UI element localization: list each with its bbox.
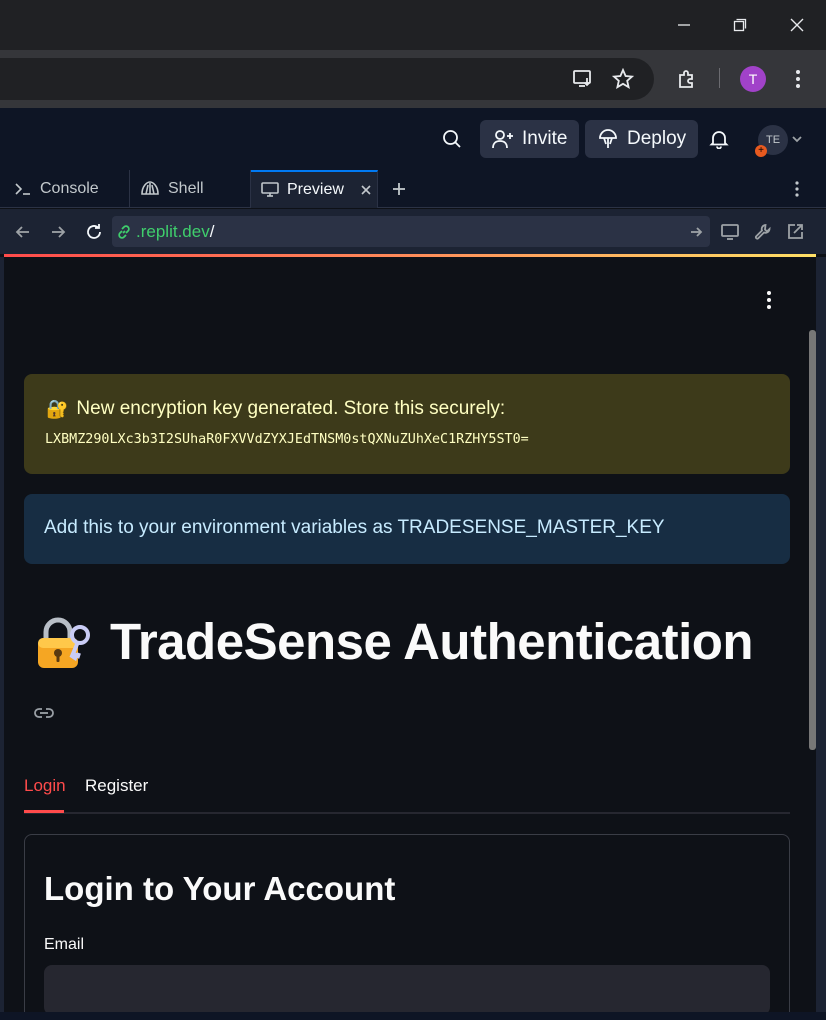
browser-profile-avatar[interactable]: T	[740, 66, 766, 92]
active-tab-indicator	[24, 810, 64, 813]
deploy-icon	[599, 129, 617, 148]
back-arrow-icon[interactable]	[10, 219, 36, 245]
pane-menu-icon[interactable]	[782, 174, 812, 204]
header-anchor-link-icon[interactable]	[33, 702, 55, 724]
warning-title-text: New encryption key generated. Store this…	[76, 398, 506, 419]
deploy-button[interactable]: Deploy	[585, 120, 699, 158]
bookmark-star-icon[interactable]	[607, 63, 639, 95]
url-host: .replit.dev	[136, 222, 210, 241]
new-tab-plus-icon[interactable]	[384, 174, 414, 204]
tab-register[interactable]: Register	[85, 776, 148, 796]
close-window-icon[interactable]	[769, 0, 825, 50]
monitor-icon	[261, 182, 279, 197]
app-main-menu-icon[interactable]	[760, 288, 778, 312]
search-icon[interactable]	[437, 124, 467, 154]
devtools-wrench-icon[interactable]	[750, 219, 776, 245]
page-title: TradeSense Authentication	[110, 613, 754, 670]
deploy-label: Deploy	[627, 128, 687, 149]
email-label: Email	[44, 936, 85, 953]
email-field[interactable]	[44, 965, 770, 1015]
bottom-pane-edge	[0, 1012, 826, 1020]
tab-preview[interactable]: Preview	[251, 170, 378, 208]
notifications-bell-icon[interactable]	[704, 124, 734, 154]
minimize-icon[interactable]	[656, 0, 712, 50]
restore-icon[interactable]	[712, 0, 768, 50]
right-pane-edge	[816, 257, 826, 1020]
url-path: /	[209, 222, 215, 241]
add-user-icon	[492, 130, 513, 149]
shell-icon	[141, 181, 159, 195]
device-preview-icon[interactable]	[717, 219, 743, 245]
login-form-title: Login to Your Account	[44, 870, 396, 907]
warning-alert	[24, 374, 790, 474]
tab-shell-label: Shell	[168, 180, 204, 197]
warning-title: 🔐 New encryption key generated. Store th…	[46, 398, 505, 420]
extensions-icon[interactable]	[671, 63, 703, 95]
close-tab-icon[interactable]	[360, 184, 372, 196]
tab-shell[interactable]: Shell	[130, 170, 251, 208]
open-new-tab-icon[interactable]	[782, 219, 808, 245]
link-icon	[114, 222, 134, 242]
go-arrow-icon[interactable]	[683, 219, 709, 245]
info-alert-text: Add this to your environment variables a…	[44, 517, 665, 538]
app-scrollbar[interactable]	[809, 330, 816, 750]
install-app-icon[interactable]	[567, 63, 599, 95]
warning-lock-icon: 🔐	[46, 398, 69, 419]
replit-header	[0, 108, 826, 170]
toolbar-divider	[719, 68, 720, 88]
reload-icon[interactable]	[81, 219, 107, 245]
lock-with-key-icon	[34, 613, 92, 671]
tab-console[interactable]: Console	[4, 170, 130, 208]
preview-url-text[interactable]: .replit.dev/	[136, 222, 214, 242]
browser-menu-icon[interactable]	[782, 63, 814, 95]
invite-button[interactable]: Invite	[480, 120, 580, 158]
address-bar[interactable]	[0, 58, 654, 100]
invite-label: Invite	[522, 128, 568, 149]
terminal-prompt-icon	[15, 183, 30, 195]
tab-preview-label: Preview	[287, 181, 344, 198]
forward-arrow-icon[interactable]	[45, 219, 71, 245]
tab-login[interactable]: Login	[24, 776, 66, 796]
tab-console-label: Console	[40, 180, 99, 197]
encryption-key-text: LXBMZ290LXc3b3I2SUhaR0FXVVdZYXJEdTNSM0st…	[45, 432, 529, 447]
account-chevron-down-icon[interactable]	[784, 124, 810, 154]
user-avatar-badge: +	[755, 145, 767, 157]
